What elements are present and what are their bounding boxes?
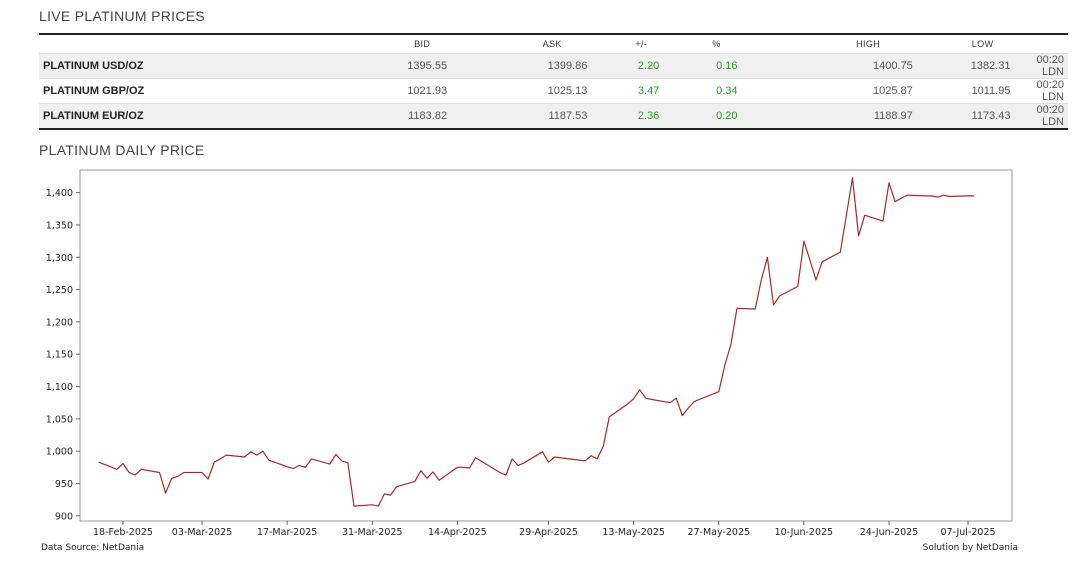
x-tick-label: 13-May-2025 xyxy=(602,527,665,538)
x-tick-label: 07-Jul-2025 xyxy=(940,527,995,538)
data-source-label: Data Source: NetDania xyxy=(41,543,145,553)
y-axis: 900 950 1,000 1,050 1,100 1,150 1,200 1,250 1,30… xyxy=(46,188,80,522)
plot-area-frame xyxy=(79,169,1013,522)
platinum-price-chart: 900 950 1,000 1,050 1,100 1,150 1,200 1,250 1,30… xyxy=(46,169,1013,538)
y-tick-label: 1,250 xyxy=(46,285,73,296)
y-tick-label: 1,350 xyxy=(46,220,73,231)
y-tick-label: 1,050 xyxy=(46,414,73,425)
x-tick-label: 24-Jun-2025 xyxy=(860,527,919,538)
y-tick-label: 1,100 xyxy=(46,382,73,393)
solution-credit-label: Solution by NetDania xyxy=(922,543,1018,553)
x-tick-label: 17-Mar-2025 xyxy=(257,527,317,538)
x-tick-label: 10-Jun-2025 xyxy=(775,527,834,538)
y-tick-label: 950 xyxy=(55,479,73,490)
x-tick-label: 29-Apr-2025 xyxy=(519,527,578,538)
price-line xyxy=(98,177,975,507)
x-axis: 18-Feb-2025 03-Mar-2025 17-Mar-2025 31-Mar-… xyxy=(93,521,996,538)
x-tick-label: 18-Feb-2025 xyxy=(93,527,153,538)
price-series xyxy=(98,177,975,507)
y-tick-label: 1,150 xyxy=(46,350,73,361)
x-tick-label: 27-May-2025 xyxy=(687,527,750,538)
y-tick-label: 900 xyxy=(55,511,73,522)
y-tick-label: 1,000 xyxy=(46,447,73,458)
x-tick-label: 31-Mar-2025 xyxy=(342,527,402,538)
x-tick-label: 14-Apr-2025 xyxy=(428,527,487,538)
y-tick-label: 1,200 xyxy=(46,317,73,328)
y-tick-label: 1,300 xyxy=(46,253,73,264)
y-tick-label: 1,400 xyxy=(46,188,73,199)
x-tick-label: 03-Mar-2025 xyxy=(172,527,232,538)
